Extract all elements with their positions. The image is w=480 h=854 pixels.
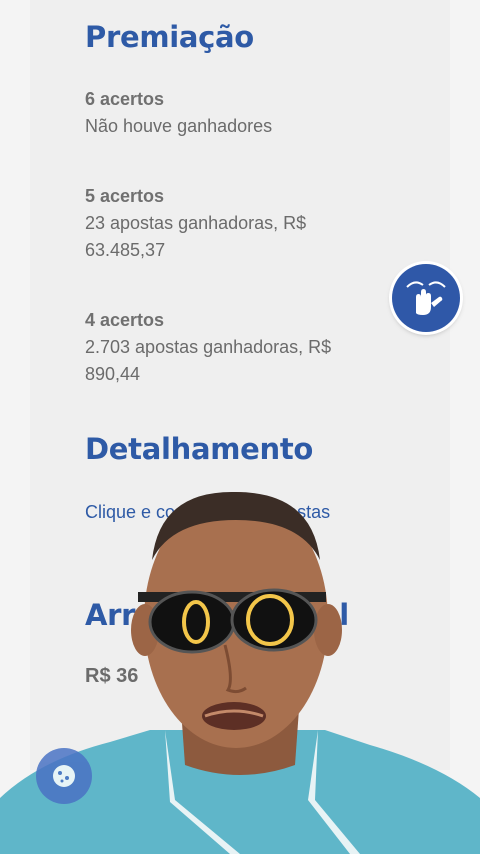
tier-6-hits: 6 acertos: [85, 89, 165, 109]
premiacao-title: Premiação: [85, 20, 254, 54]
tier-4-hits: 4 acertos: [85, 310, 165, 330]
sign-language-hands-icon: [406, 281, 446, 315]
cookie-settings-button[interactable]: [36, 748, 92, 804]
cookie-icon: [53, 765, 75, 787]
tier-5-result: 23 apostas ganhadoras, R$ 63.485,37: [85, 213, 307, 260]
detalhamento-title: Detalhamento: [85, 432, 314, 466]
tier-6-result: Não houve ganhadores: [85, 116, 273, 136]
tier-4-result: 2.703 apostas ganhadoras, R$ 890,44: [85, 337, 332, 384]
tier-5-hits: 5 acertos: [85, 186, 165, 206]
libras-accessibility-button[interactable]: [392, 264, 460, 332]
